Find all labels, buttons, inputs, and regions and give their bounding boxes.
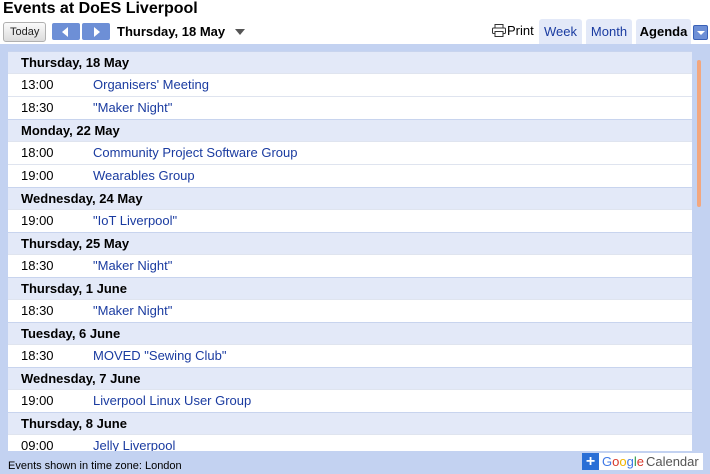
event-row[interactable]: 19:00 Liverpool Linux User Group [8,389,692,412]
plus-icon: + [582,453,599,470]
timezone-note: Events shown in time zone: London [8,460,182,472]
scrollbar-thumb[interactable] [697,60,701,207]
print-button[interactable]: Print [492,23,534,38]
day-header: Monday, 22 May [8,119,692,141]
event-row[interactable]: 19:00 "IoT Liverpool" [8,209,692,232]
event-time: 09:00 [21,438,54,451]
print-label: Print [507,23,534,38]
event-time: 19:00 [21,393,54,408]
event-row[interactable]: 13:00 Organisers' Meeting [8,73,692,96]
agenda-panel: Thursday, 18 May 13:00 Organisers' Meeting… [0,44,710,451]
event-time: 18:30 [21,258,54,273]
event-time: 13:00 [21,77,54,92]
printer-icon [492,24,506,37]
event-row[interactable]: 09:00 Jelly Liverpool [8,434,692,451]
tab-menu-button[interactable] [693,25,708,40]
event-title-link[interactable]: "IoT Liverpool" [93,210,177,232]
day-header: Wednesday, 24 May [8,187,692,209]
today-button[interactable]: Today [3,22,47,42]
day-header: Thursday, 25 May [8,232,692,254]
event-row[interactable]: 18:00 Community Project Software Group [8,141,692,164]
next-button[interactable] [82,23,110,40]
event-row[interactable]: 19:00 Wearables Group [8,164,692,187]
google-calendar-logo: Google Calendar [602,454,699,469]
previous-button[interactable] [52,23,80,40]
event-time: 18:00 [21,145,54,160]
event-title-link[interactable]: Jelly Liverpool [93,435,175,451]
event-time: 18:30 [21,303,54,318]
day-header: Thursday, 18 May [8,51,692,73]
footer: Events shown in time zone: London + Goog… [0,451,710,474]
event-title-link[interactable]: Liverpool Linux User Group [93,390,251,412]
event-title-link[interactable]: "Maker Night" [93,300,172,322]
tab-month[interactable]: Month [586,19,632,44]
event-title-link[interactable]: MOVED "Sewing Club" [93,345,227,367]
google-calendar-button[interactable]: + Google Calendar [582,453,703,470]
agenda-list[interactable]: Thursday, 18 May 13:00 Organisers' Meeting… [8,51,692,451]
tab-agenda[interactable]: Agenda [636,19,691,44]
event-row[interactable]: 18:30 "Maker Night" [8,96,692,119]
day-header: Wednesday, 7 June [8,367,692,389]
event-row[interactable]: 18:30 "Maker Night" [8,299,692,322]
event-row[interactable]: 18:30 MOVED "Sewing Club" [8,344,692,367]
event-title-link[interactable]: Wearables Group [93,165,195,187]
arrow-left-icon [62,27,68,37]
event-time: 18:30 [21,348,54,363]
tab-week[interactable]: Week [539,19,582,44]
day-header: Thursday, 1 June [8,277,692,299]
event-time: 19:00 [21,213,54,228]
page-title: Events at DoES Liverpool [3,0,198,17]
event-row[interactable]: 18:30 "Maker Night" [8,254,692,277]
current-date-label[interactable]: Thursday, 18 May [117,24,225,39]
day-header: Tuesday, 6 June [8,322,692,344]
arrow-right-icon [94,27,100,37]
event-time: 18:30 [21,100,54,115]
event-time: 19:00 [21,168,54,183]
toolbar: Today Thursday, 18 May Print Week Month … [0,19,710,44]
event-title-link[interactable]: "Maker Night" [93,255,172,277]
chevron-down-icon [697,31,705,35]
event-title-link[interactable]: Organisers' Meeting [93,74,209,96]
date-dropdown-icon[interactable] [235,29,245,35]
day-header: Thursday, 8 June [8,412,692,434]
event-title-link[interactable]: "Maker Night" [93,97,172,119]
event-title-link[interactable]: Community Project Software Group [93,142,297,164]
